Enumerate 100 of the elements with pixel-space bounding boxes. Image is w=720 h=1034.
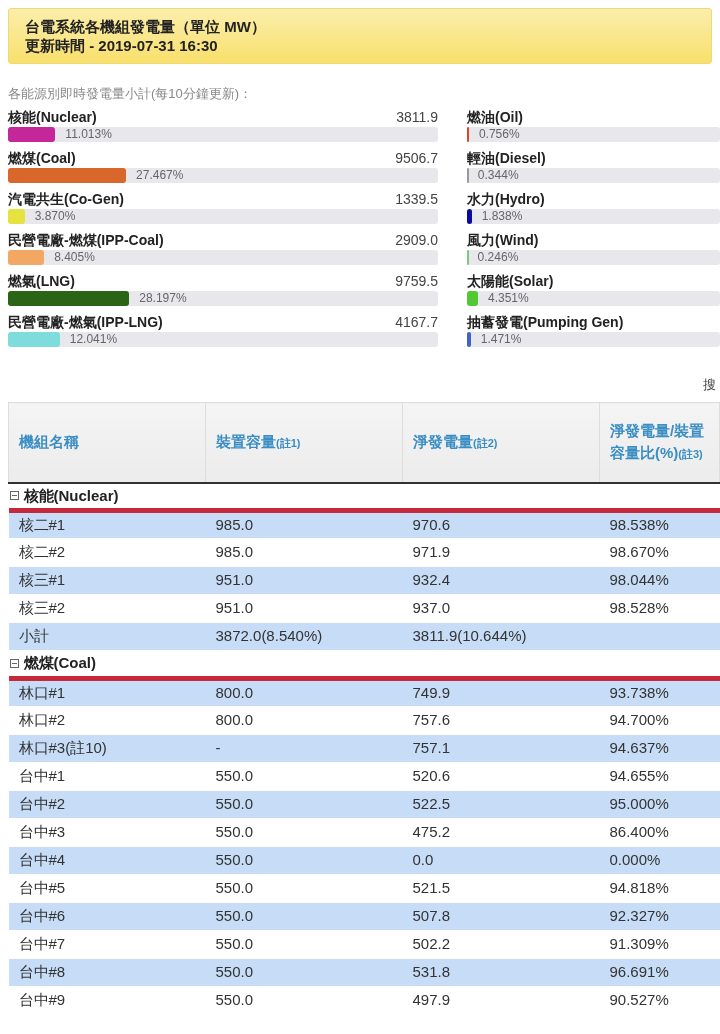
percent-label: 11.013% — [65, 126, 112, 142]
table-cell: 台中#9 — [18, 991, 66, 1009]
percent-label: 3.870% — [34, 208, 76, 224]
group-name: 核能(Nuclear) — [23, 485, 119, 506]
percent-label: 1.471% — [480, 331, 522, 347]
table-cell: 96.691% — [609, 963, 669, 981]
subtotal-cell: 3872.0(8.540%) — [215, 627, 323, 645]
energy-name: 輕油(Diesel) — [467, 148, 547, 168]
table-cell: 971.9 — [412, 543, 451, 561]
table-cell: 550.0 — [215, 907, 254, 925]
table-cell: 核三#2 — [18, 599, 66, 617]
energy-value: 9759.5 — [395, 271, 438, 291]
table-cell: 林口#2 — [18, 711, 66, 729]
table-cell: 94.637% — [609, 739, 669, 757]
percent-label: 1.838% — [481, 208, 523, 224]
table-cell: 98.538% — [609, 516, 669, 534]
table-cell: 985.0 — [215, 516, 254, 534]
table-cell: 800.0 — [215, 684, 254, 702]
energy-name: 核能(Nuclear) — [8, 107, 97, 127]
table-cell: 核二#2 — [18, 543, 66, 561]
table-cell: 0.000% — [609, 851, 661, 869]
table-cell: 台中#6 — [18, 907, 66, 925]
subtotal-cell: 3811.9(10.644%) — [412, 627, 527, 645]
energy-value: 3811.9 — [396, 107, 438, 127]
percent-label: 28.197% — [139, 290, 187, 306]
percent-label: 0.756% — [478, 126, 520, 142]
collapse-icon[interactable] — [9, 659, 19, 668]
energy-name: 燃氣(LNG) — [8, 271, 75, 291]
table-cell: 台中#5 — [18, 879, 66, 897]
table-cell: 核二#1 — [18, 516, 66, 534]
table-cell: 749.9 — [412, 684, 451, 702]
table-cell: 800.0 — [215, 711, 254, 729]
energy-name: 民營電廠-燃氣(IPP-LNG) — [8, 312, 163, 332]
percent-label: 12.041% — [69, 331, 118, 347]
table-cell: 台中#4 — [18, 851, 66, 869]
table-cell: 497.9 — [412, 991, 451, 1009]
summary-caption: 各能源別即時發電量小計(每10分鐘更新)： — [8, 85, 254, 103]
table-cell: 98.670% — [609, 543, 669, 561]
table-cell: 台中#8 — [18, 963, 66, 981]
table-cell: 985.0 — [215, 543, 254, 561]
table-cell: 757.1 — [412, 739, 451, 757]
table-cell: 757.6 — [412, 711, 451, 729]
table-cell: 550.0 — [215, 963, 254, 981]
table-cell: 520.6 — [412, 767, 451, 785]
collapse-icon[interactable] — [9, 491, 19, 501]
table-cell: 95.000% — [609, 795, 669, 813]
table-cell: 550.0 — [215, 767, 254, 785]
energy-value: 9506.7 — [395, 148, 438, 168]
percent-label: 4.351% — [488, 290, 529, 306]
energy-name: 抽蓄發電(Pumping Gen) — [467, 312, 625, 332]
energy-name: 燃煤(Coal) — [8, 148, 76, 168]
table-cell: 507.8 — [412, 907, 451, 925]
table-cell: 98.044% — [609, 571, 669, 589]
table-cell: 90.527% — [609, 991, 669, 1009]
column-header[interactable]: 淨發電量/裝置容量比(%)(註3) — [599, 402, 720, 483]
table-cell: 91.309% — [609, 935, 669, 953]
table-cell: 951.0 — [215, 599, 254, 617]
table-cell: 550.0 — [215, 935, 254, 953]
table-cell: 531.8 — [412, 963, 451, 981]
energy-name: 太陽能(Solar) — [467, 271, 555, 291]
subtotal-cell: 小計 — [18, 627, 49, 645]
energy-name: 汽電共生(Co-Gen) — [8, 189, 124, 209]
energy-value: 4167.7 — [395, 312, 438, 332]
table-cell: 86.400% — [609, 823, 669, 841]
table-cell: 522.5 — [412, 795, 451, 813]
energy-value: 1339.5 — [395, 189, 438, 209]
table-cell: 台中#1 — [18, 767, 66, 785]
update-time: 更新時間 - 2019-07-31 16:30 — [25, 36, 219, 55]
percent-label: 0.344% — [477, 167, 519, 183]
table-cell: 92.327% — [609, 907, 669, 925]
table-cell: 94.818% — [609, 879, 669, 897]
column-header[interactable]: 淨發電量(註2) — [402, 402, 600, 483]
percent-label: 27.467% — [136, 167, 184, 183]
percent-label: 0.246% — [477, 249, 519, 265]
table-cell: 94.655% — [609, 767, 669, 785]
table-cell: 林口#1 — [18, 684, 66, 702]
energy-name: 水力(Hydro) — [467, 189, 546, 209]
table-cell: 核三#1 — [18, 571, 66, 589]
table-cell: 林口#3(註10) — [18, 739, 107, 757]
column-header[interactable]: 裝置容量(註1) — [205, 402, 403, 483]
table-cell: 550.0 — [215, 879, 254, 897]
page-title: 台電系統各機組發電量（單位 MW） — [25, 17, 267, 36]
table-cell: 台中#2 — [18, 795, 66, 813]
table-cell: 550.0 — [215, 823, 254, 841]
table-cell: 台中#7 — [18, 935, 66, 953]
table-cell: 502.2 — [412, 935, 451, 953]
table-cell: 98.528% — [609, 599, 669, 617]
table-cell: 550.0 — [215, 795, 254, 813]
column-header[interactable]: 機組名稱 — [8, 402, 206, 483]
group-name: 燃煤(Coal) — [23, 653, 96, 674]
table-cell: 550.0 — [215, 851, 254, 869]
table-cell: 970.6 — [412, 516, 451, 534]
energy-name: 風力(Wind) — [467, 230, 540, 250]
table-cell: 521.5 — [412, 879, 451, 897]
search-label: 搜 — [703, 375, 716, 394]
energy-value: 2909.0 — [395, 230, 438, 250]
table-cell: 932.4 — [412, 571, 451, 589]
table-cell: 93.738% — [609, 684, 669, 702]
table-cell: 0.0 — [412, 851, 434, 869]
percent-label: 8.405% — [54, 249, 95, 265]
